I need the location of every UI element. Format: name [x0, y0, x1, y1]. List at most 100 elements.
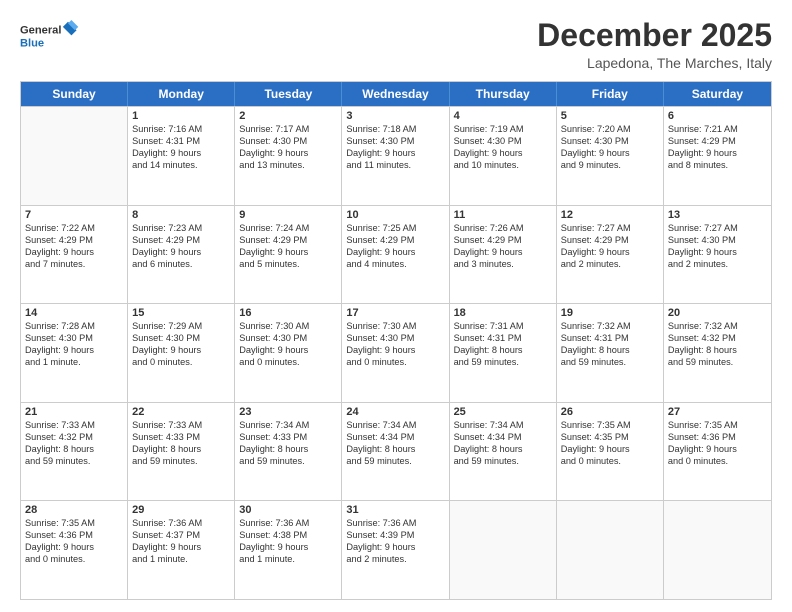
- cell-info-line: Sunset: 4:30 PM: [346, 333, 444, 345]
- calendar-header-day: Saturday: [664, 82, 771, 106]
- cell-info-line: and 0 minutes.: [561, 456, 659, 468]
- day-number: 21: [25, 406, 123, 418]
- cell-info-line: Daylight: 8 hours: [561, 345, 659, 357]
- day-number: 19: [561, 307, 659, 319]
- calendar-cell: 10Sunrise: 7:25 AMSunset: 4:29 PMDayligh…: [342, 206, 449, 304]
- calendar-cell: 31Sunrise: 7:36 AMSunset: 4:39 PMDayligh…: [342, 501, 449, 599]
- cell-info-line: Sunset: 4:30 PM: [132, 333, 230, 345]
- cell-info-line: and 8 minutes.: [668, 160, 767, 172]
- cell-info-line: Daylight: 9 hours: [668, 247, 767, 259]
- cell-info-line: and 0 minutes.: [239, 357, 337, 369]
- cell-info-line: Sunrise: 7:31 AM: [454, 321, 552, 333]
- day-number: 12: [561, 209, 659, 221]
- cell-info-line: Daylight: 8 hours: [454, 345, 552, 357]
- calendar-cell: 11Sunrise: 7:26 AMSunset: 4:29 PMDayligh…: [450, 206, 557, 304]
- calendar-cell: [21, 107, 128, 205]
- calendar-cell: [664, 501, 771, 599]
- calendar-cell: 24Sunrise: 7:34 AMSunset: 4:34 PMDayligh…: [342, 403, 449, 501]
- cell-info-line: Sunset: 4:30 PM: [25, 333, 123, 345]
- calendar-cell: 20Sunrise: 7:32 AMSunset: 4:32 PMDayligh…: [664, 304, 771, 402]
- day-number: 5: [561, 110, 659, 122]
- cell-info-line: Sunset: 4:36 PM: [668, 432, 767, 444]
- day-number: 2: [239, 110, 337, 122]
- main-title: December 2025: [537, 18, 772, 53]
- calendar-cell: 4Sunrise: 7:19 AMSunset: 4:30 PMDaylight…: [450, 107, 557, 205]
- cell-info-line: Sunrise: 7:17 AM: [239, 124, 337, 136]
- subtitle: Lapedona, The Marches, Italy: [537, 55, 772, 71]
- cell-info-line: Daylight: 9 hours: [454, 148, 552, 160]
- cell-info-line: Sunset: 4:33 PM: [239, 432, 337, 444]
- cell-info-line: Sunset: 4:29 PM: [25, 235, 123, 247]
- day-number: 16: [239, 307, 337, 319]
- calendar-week-row: 14Sunrise: 7:28 AMSunset: 4:30 PMDayligh…: [21, 303, 771, 402]
- cell-info-line: Sunrise: 7:34 AM: [346, 420, 444, 432]
- cell-info-line: Sunset: 4:30 PM: [346, 136, 444, 148]
- calendar-cell: 28Sunrise: 7:35 AMSunset: 4:36 PMDayligh…: [21, 501, 128, 599]
- cell-info-line: Sunrise: 7:34 AM: [454, 420, 552, 432]
- cell-info-line: Daylight: 9 hours: [346, 542, 444, 554]
- calendar-header-day: Tuesday: [235, 82, 342, 106]
- cell-info-line: Sunrise: 7:32 AM: [668, 321, 767, 333]
- calendar-cell: 21Sunrise: 7:33 AMSunset: 4:32 PMDayligh…: [21, 403, 128, 501]
- calendar-week-row: 7Sunrise: 7:22 AMSunset: 4:29 PMDaylight…: [21, 205, 771, 304]
- cell-info-line: Daylight: 9 hours: [25, 247, 123, 259]
- cell-info-line: and 0 minutes.: [346, 357, 444, 369]
- cell-info-line: and 59 minutes.: [454, 456, 552, 468]
- cell-info-line: Daylight: 8 hours: [25, 444, 123, 456]
- calendar-week-row: 1Sunrise: 7:16 AMSunset: 4:31 PMDaylight…: [21, 106, 771, 205]
- cell-info-line: and 2 minutes.: [561, 259, 659, 271]
- calendar-week-row: 21Sunrise: 7:33 AMSunset: 4:32 PMDayligh…: [21, 402, 771, 501]
- cell-info-line: Daylight: 9 hours: [668, 148, 767, 160]
- cell-info-line: Daylight: 9 hours: [25, 345, 123, 357]
- cell-info-line: Sunrise: 7:24 AM: [239, 223, 337, 235]
- day-number: 14: [25, 307, 123, 319]
- cell-info-line: and 0 minutes.: [25, 554, 123, 566]
- cell-info-line: and 9 minutes.: [561, 160, 659, 172]
- cell-info-line: Daylight: 8 hours: [454, 444, 552, 456]
- cell-info-line: Sunrise: 7:36 AM: [132, 518, 230, 530]
- svg-text:Blue: Blue: [20, 38, 44, 50]
- cell-info-line: and 0 minutes.: [668, 456, 767, 468]
- day-number: 29: [132, 504, 230, 516]
- cell-info-line: Sunset: 4:29 PM: [346, 235, 444, 247]
- day-number: 4: [454, 110, 552, 122]
- cell-info-line: Daylight: 9 hours: [561, 444, 659, 456]
- day-number: 25: [454, 406, 552, 418]
- calendar-cell: 18Sunrise: 7:31 AMSunset: 4:31 PMDayligh…: [450, 304, 557, 402]
- cell-info-line: Sunset: 4:33 PM: [132, 432, 230, 444]
- cell-info-line: and 10 minutes.: [454, 160, 552, 172]
- cell-info-line: Sunrise: 7:35 AM: [25, 518, 123, 530]
- calendar-cell: 16Sunrise: 7:30 AMSunset: 4:30 PMDayligh…: [235, 304, 342, 402]
- cell-info-line: Daylight: 9 hours: [25, 542, 123, 554]
- cell-info-line: Sunset: 4:29 PM: [561, 235, 659, 247]
- cell-info-line: Sunset: 4:38 PM: [239, 530, 337, 542]
- cell-info-line: Daylight: 9 hours: [346, 345, 444, 357]
- calendar-cell: 23Sunrise: 7:34 AMSunset: 4:33 PMDayligh…: [235, 403, 342, 501]
- calendar-cell: 17Sunrise: 7:30 AMSunset: 4:30 PMDayligh…: [342, 304, 449, 402]
- cell-info-line: Sunset: 4:31 PM: [561, 333, 659, 345]
- cell-info-line: Daylight: 8 hours: [668, 345, 767, 357]
- calendar-header-day: Friday: [557, 82, 664, 106]
- cell-info-line: Daylight: 9 hours: [239, 542, 337, 554]
- day-number: 20: [668, 307, 767, 319]
- cell-info-line: Sunset: 4:31 PM: [132, 136, 230, 148]
- cell-info-line: and 1 minute.: [132, 554, 230, 566]
- cell-info-line: Sunrise: 7:35 AM: [561, 420, 659, 432]
- day-number: 18: [454, 307, 552, 319]
- cell-info-line: Daylight: 9 hours: [561, 247, 659, 259]
- cell-info-line: and 7 minutes.: [25, 259, 123, 271]
- cell-info-line: Sunset: 4:34 PM: [346, 432, 444, 444]
- cell-info-line: Daylight: 9 hours: [132, 345, 230, 357]
- calendar-cell: 30Sunrise: 7:36 AMSunset: 4:38 PMDayligh…: [235, 501, 342, 599]
- day-number: 26: [561, 406, 659, 418]
- calendar-cell: 14Sunrise: 7:28 AMSunset: 4:30 PMDayligh…: [21, 304, 128, 402]
- day-number: 7: [25, 209, 123, 221]
- calendar-cell: 3Sunrise: 7:18 AMSunset: 4:30 PMDaylight…: [342, 107, 449, 205]
- cell-info-line: Sunrise: 7:33 AM: [132, 420, 230, 432]
- day-number: 13: [668, 209, 767, 221]
- calendar-cell: 7Sunrise: 7:22 AMSunset: 4:29 PMDaylight…: [21, 206, 128, 304]
- calendar-header-day: Wednesday: [342, 82, 449, 106]
- cell-info-line: Daylight: 8 hours: [346, 444, 444, 456]
- cell-info-line: Sunset: 4:30 PM: [454, 136, 552, 148]
- cell-info-line: and 59 minutes.: [561, 357, 659, 369]
